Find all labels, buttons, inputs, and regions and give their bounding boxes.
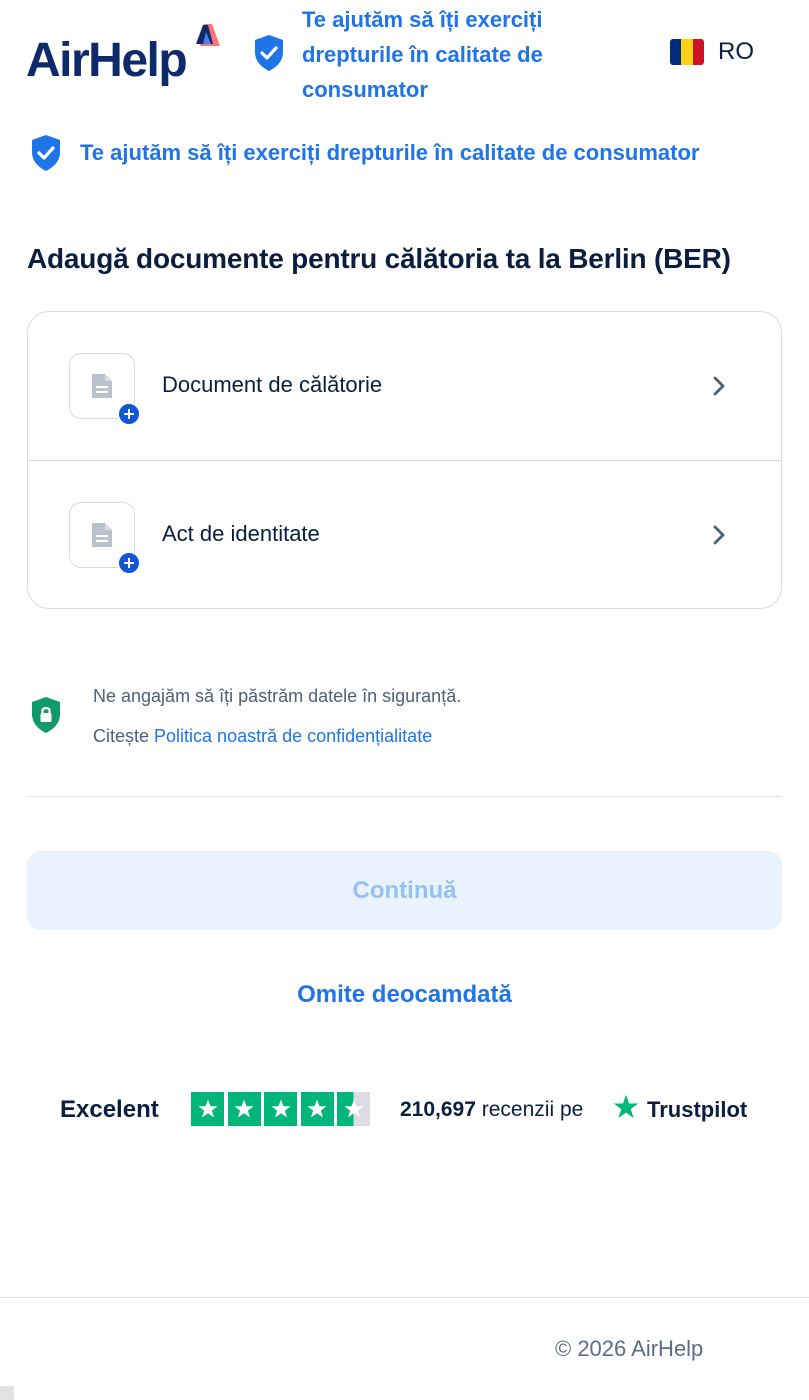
flag-stripe-red xyxy=(692,39,704,65)
privacy-read-prefix: Citește xyxy=(93,726,155,746)
logo-mark-icon xyxy=(196,24,220,46)
trustpilot-star-4 xyxy=(300,1092,334,1126)
document-row-travel-document[interactable]: Document de călătorie xyxy=(28,312,781,460)
trustpilot-brand: Trustpilot xyxy=(647,1097,748,1122)
privacy-policy-link[interactable]: Politica noastră de confidențialitate xyxy=(154,726,432,746)
trustpilot-star-5 xyxy=(337,1092,370,1126)
skip-for-now-link[interactable]: Omite deocamdată xyxy=(0,981,809,1009)
logo-text: AirHelp xyxy=(26,34,188,87)
continue-button[interactable]: Continuă xyxy=(27,851,782,930)
shield-check-icon xyxy=(32,135,60,171)
romania-flag-icon xyxy=(670,39,704,65)
privacy-read-line: Citește Politica noastră de confidențial… xyxy=(93,726,432,747)
flag-stripe-blue xyxy=(670,39,682,65)
footer-divider xyxy=(0,1297,809,1298)
trustpilot-star-3 xyxy=(264,1092,297,1126)
copyright-text: © 2026 AirHelp xyxy=(555,1336,704,1361)
divider xyxy=(27,796,782,797)
document-icon xyxy=(92,374,112,398)
add-plus-icon xyxy=(117,551,141,575)
document-row-label: Act de identitate xyxy=(162,521,320,546)
documents-card: Document de călătorie Act de identitate xyxy=(27,311,782,609)
airhelp-logo[interactable]: AirHelp xyxy=(26,22,226,92)
trustpilot-widget[interactable]: Excelent 210,697 recenzii pe Trustpilot xyxy=(60,1092,760,1128)
trustpilot-star-icon xyxy=(613,1094,639,1119)
consumer-rights-banner: Te ajutăm să îți exerciți drepturile în … xyxy=(30,134,699,172)
reviews-suffix: recenzii pe xyxy=(475,1098,584,1121)
shield-lock-icon xyxy=(32,697,60,733)
trustpilot-reviews: 210,697 recenzii pe xyxy=(400,1098,583,1122)
language-code: RO xyxy=(718,38,754,65)
language-selector[interactable]: RO xyxy=(670,38,754,66)
reviews-count: 210,697 xyxy=(400,1098,476,1121)
privacy-statement: Ne angajăm să îți păstrăm datele în sigu… xyxy=(93,686,462,706)
header: AirHelp Te ajutăm să îți exerciți dreptu… xyxy=(0,0,809,110)
chevron-right-icon xyxy=(713,525,725,545)
trustpilot-rating-label: Excelent xyxy=(60,1096,159,1123)
trustpilot-stars xyxy=(191,1092,374,1126)
add-plus-icon xyxy=(117,402,141,426)
corner-mark xyxy=(0,1386,14,1400)
header-claim-text: Te ajutăm să îți exerciți drepturile în … xyxy=(302,7,543,102)
page-title: Adaugă documente pentru călătoria ta la … xyxy=(27,243,731,274)
document-row-identity-document[interactable]: Act de identitate xyxy=(28,460,781,608)
chevron-right-icon xyxy=(713,376,725,396)
document-row-label: Document de călătorie xyxy=(162,372,383,397)
shield-check-icon xyxy=(255,35,283,71)
trustpilot-star-2 xyxy=(227,1092,261,1126)
document-icon xyxy=(92,523,112,547)
flag-stripe-yellow xyxy=(681,39,693,65)
trustpilot-star-1 xyxy=(191,1092,224,1126)
banner-text: Te ajutăm să îți exerciți drepturile în … xyxy=(80,140,700,165)
